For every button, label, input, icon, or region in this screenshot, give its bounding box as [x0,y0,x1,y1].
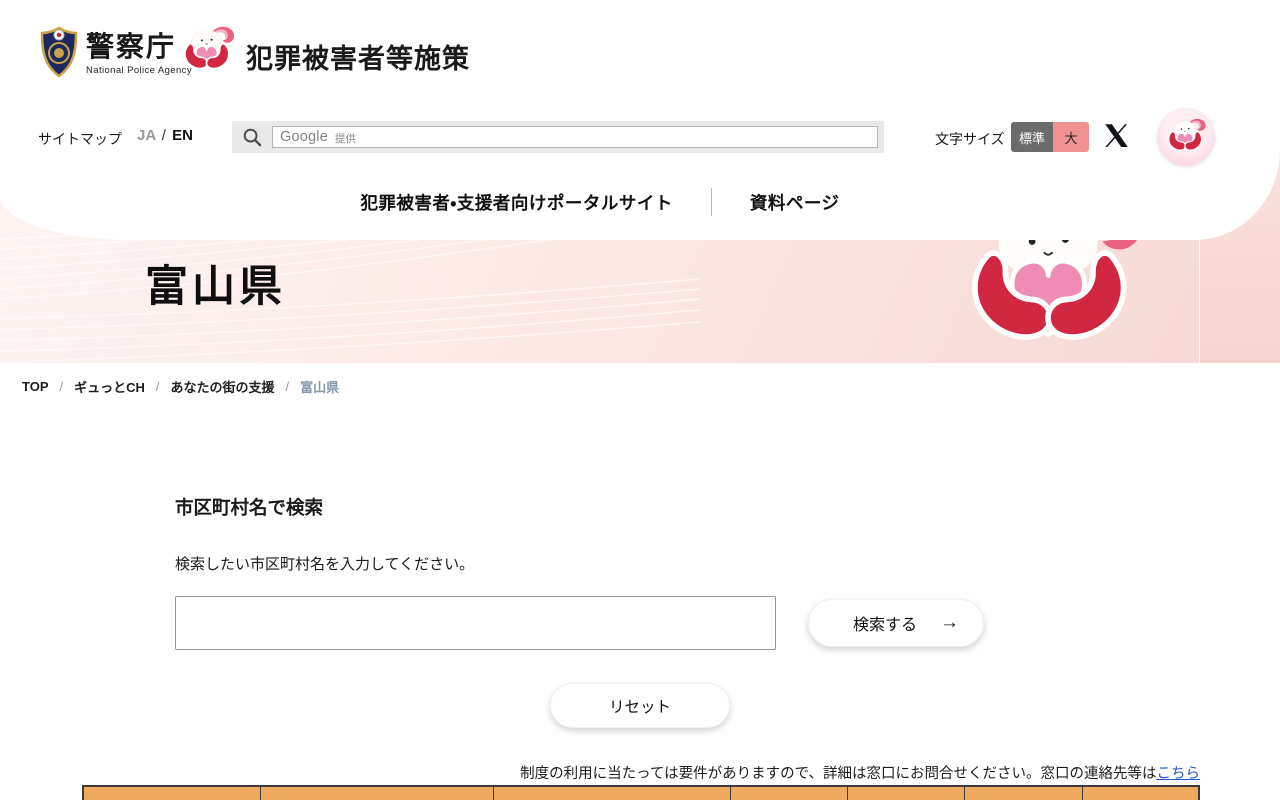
reset-button[interactable]: リセット [550,683,730,728]
nav-documents-link[interactable]: 資料ページ [750,190,840,215]
municipality-search-description: 検索したい市区町村名を入力してください。 [175,556,475,573]
lang-separator: / [161,127,166,144]
nav-divider [710,188,712,216]
lang-ja[interactable]: JA [137,127,156,144]
table-header-cell [261,787,494,800]
municipality-search-input[interactable] [175,596,776,650]
breadcrumb-current: 富山県 [300,380,340,395]
main-content: TOP / ギュっとCH / あなたの街の支援 / 富山県 市区町村名で検索 検… [0,363,1280,800]
search-button[interactable]: 検索する → [808,599,984,647]
site-search-bar: Google 提供 [232,121,884,153]
main-nav: 犯罪被害者・支援者向けポータルサイト 資料ページ [0,188,1200,216]
npa-title: 警察庁 [86,31,177,62]
mascot-avatar-button[interactable] [1157,108,1215,166]
font-size-large-button[interactable]: 大 [1053,122,1090,152]
sitemap-link[interactable]: サイトマップ [38,129,122,149]
font-size-switch: 標準 大 [1011,122,1090,152]
breadcrumb-separator: / [285,379,290,394]
municipality-search-heading: 市区町村名で検索 [175,497,324,518]
lang-en[interactable]: EN [172,127,193,144]
site-search-input[interactable] [273,127,877,147]
search-input-wrap: Google 提供 [272,126,878,148]
npa-title-block: 警察庁 National Police Agency [86,26,192,76]
table-header-cell [965,787,1083,800]
npa-logo[interactable]: 警察庁 National Police Agency [40,26,192,78]
nav-portal-link[interactable]: 犯罪被害者・支援者向けポータルサイト [360,190,672,215]
breadcrumb-top[interactable]: TOP [22,379,49,394]
site-brand[interactable]: 犯罪被害者等施策 [180,20,470,82]
table-header-cell [731,787,848,800]
support-table-header-row [82,785,1200,800]
x-social-icon[interactable] [1103,122,1130,149]
npa-emblem-icon [40,26,78,78]
font-size-label: 文字サイズ [935,131,1005,147]
mascot-avatar-icon [1165,116,1207,158]
notice-link[interactable]: こちら [1157,766,1201,782]
breadcrumb-gyutto-ch[interactable]: ギュっとCH [74,377,145,396]
site-title: 犯罪被害者等施策 [246,43,470,74]
arrow-right-icon: → [940,612,959,633]
reset-button-label: リセット [608,698,671,716]
search-button-label: 検索する [853,617,918,634]
font-size-standard-button[interactable]: 標準 [1011,122,1054,152]
table-header-cell [84,787,261,800]
breadcrumb: TOP / ギュっとCH / あなたの街の支援 / 富山県 [22,377,339,396]
breadcrumb-separator: / [155,379,160,394]
notice-body: 制度の利用に当たっては要件がありますので、詳細は窓口にお問合せください。窓口の連… [520,766,1157,782]
npa-subtitle: National Police Agency [86,64,192,76]
table-header-cell [1083,787,1198,800]
search-icon[interactable] [242,127,263,148]
breadcrumb-city-support[interactable]: あなたの街の支援 [171,377,275,396]
breadcrumb-separator: / [59,379,64,394]
site-header: 警察庁 National Police Agency 犯罪被害者等施策 サイトマ… [0,0,1280,240]
table-header-cell [494,787,731,800]
mascot-logo-icon [180,20,236,82]
language-switch: JA / EN [137,127,193,144]
page: 警察庁 National Police Agency 犯罪被害者等施策 サイトマ… [0,0,1280,800]
notice-text: 制度の利用に当たっては要件がありますので、詳細は窓口にお問合せください。窓口の連… [300,762,1200,783]
page-title: 富山県 [145,263,286,311]
table-header-cell [848,787,965,800]
